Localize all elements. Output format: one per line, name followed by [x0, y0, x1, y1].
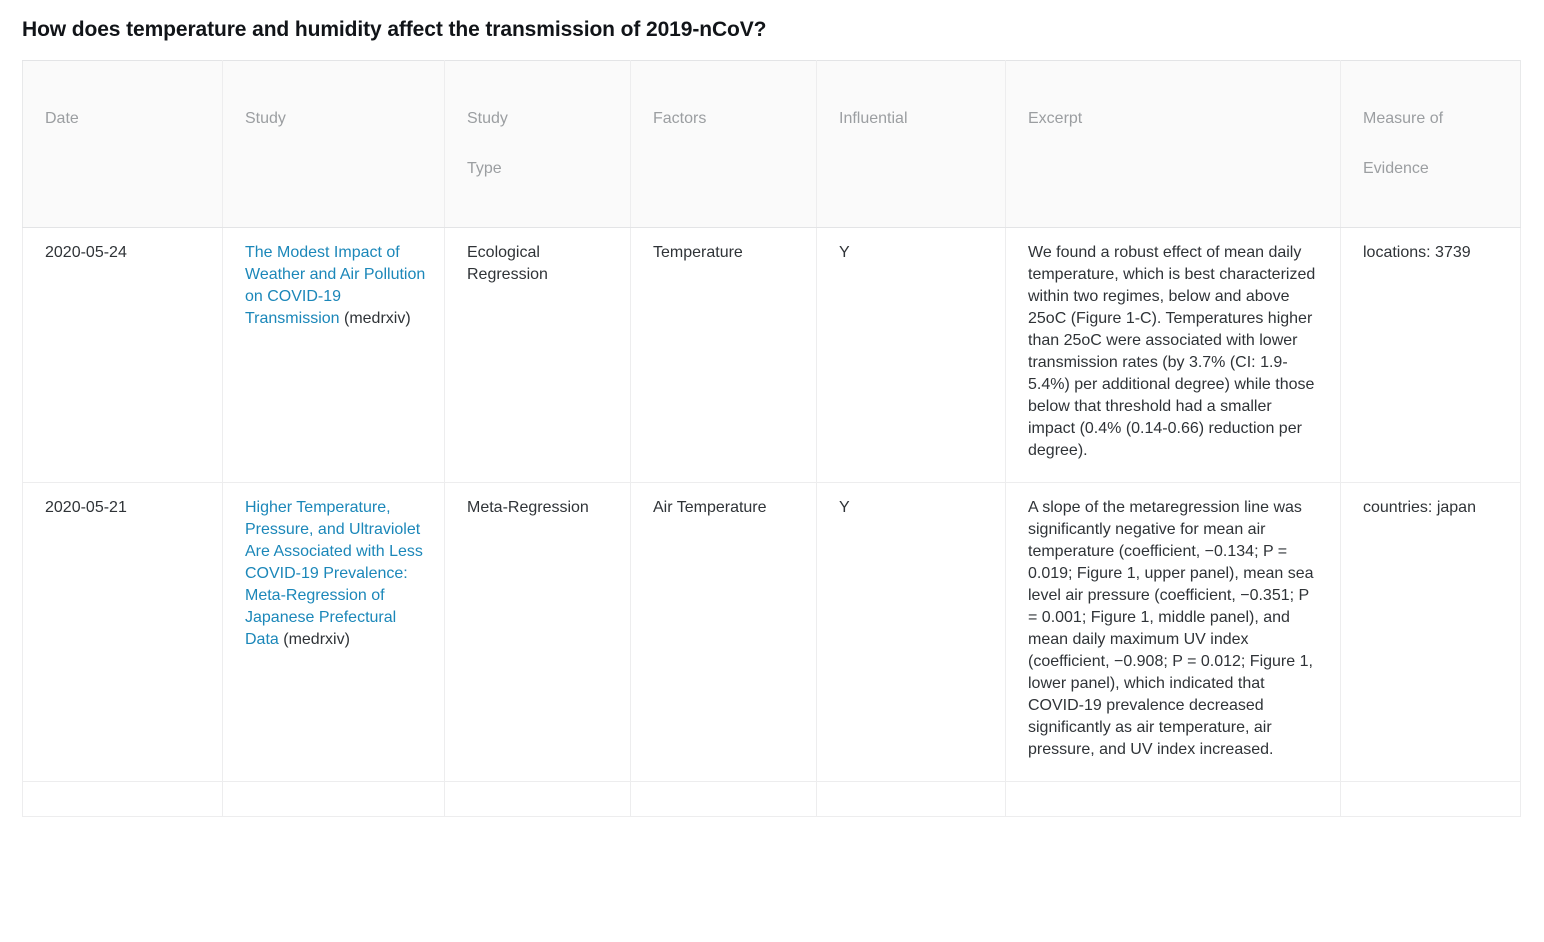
cell-measure-of-evidence: locations: 3739: [1340, 227, 1521, 484]
table-row: 2020-05-24 The Modest Impact of Weather …: [22, 227, 1521, 484]
column-header-measure-line1: Measure of: [1363, 110, 1444, 128]
column-header-excerpt[interactable]: Excerpt: [1005, 60, 1341, 229]
cell-measure-of-evidence: [1340, 781, 1521, 818]
cell-study: The Modest Impact of Weather and Air Pol…: [222, 227, 445, 484]
cell-influential: [816, 781, 1006, 818]
evidence-table: Date Study Study Type Factors Influentia…: [22, 60, 1521, 818]
column-header-date-line1: Date: [45, 110, 79, 128]
column-header-study-type[interactable]: Study Type: [444, 60, 631, 229]
table-row: [22, 781, 1521, 818]
cell-factors: Air Temperature: [630, 482, 817, 783]
table-header: Date Study Study Type Factors Influentia…: [22, 60, 1521, 229]
column-header-study-type-line1: Study: [467, 110, 508, 128]
cell-excerpt: We found a robust effect of mean daily t…: [1005, 227, 1341, 484]
column-header-measure-of-evidence[interactable]: Measure of Evidence: [1340, 60, 1521, 229]
column-header-influential-line1: Influential: [839, 110, 908, 128]
cell-study-type: Meta-Regression: [444, 482, 631, 783]
cell-study: [222, 781, 445, 818]
column-header-date[interactable]: Date: [22, 60, 223, 229]
cell-measure-of-evidence: countries: japan: [1340, 482, 1521, 783]
cell-date: [22, 781, 223, 818]
cell-study-type: Ecological Regression: [444, 227, 631, 484]
column-header-influential[interactable]: Influential: [816, 60, 1006, 229]
study-source: (medrxiv): [344, 310, 411, 328]
cell-date: 2020-05-21: [22, 482, 223, 783]
column-header-factors[interactable]: Factors: [630, 60, 817, 229]
cell-influential: Y: [816, 482, 1006, 783]
column-header-measure-line2: Evidence: [1363, 160, 1429, 178]
cell-excerpt: [1005, 781, 1341, 818]
cell-factors: [630, 781, 817, 818]
cell-study-type: [444, 781, 631, 818]
column-header-study[interactable]: Study: [222, 60, 445, 229]
cell-excerpt: A slope of the metaregression line was s…: [1005, 482, 1341, 783]
study-source: (medrxiv): [283, 631, 350, 649]
table-row: 2020-05-21 Higher Temperature, Pressure,…: [22, 482, 1521, 783]
study-link[interactable]: Higher Temperature, Pressure, and Ultrav…: [245, 499, 423, 648]
cell-study: Higher Temperature, Pressure, and Ultrav…: [222, 482, 445, 783]
column-header-excerpt-line1: Excerpt: [1028, 110, 1083, 128]
cell-date: 2020-05-24: [22, 227, 223, 484]
page-root: How does temperature and humidity affect…: [0, 0, 1544, 942]
header-row: Date Study Study Type Factors Influentia…: [22, 60, 1521, 229]
cell-factors: Temperature: [630, 227, 817, 484]
cell-influential: Y: [816, 227, 1006, 484]
column-header-study-line1: Study: [245, 110, 286, 128]
column-header-factors-line1: Factors: [653, 110, 707, 128]
column-header-study-type-line2: Type: [467, 160, 502, 178]
page-title: How does temperature and humidity affect…: [22, 18, 767, 41]
table-body: 2020-05-24 The Modest Impact of Weather …: [22, 227, 1521, 818]
